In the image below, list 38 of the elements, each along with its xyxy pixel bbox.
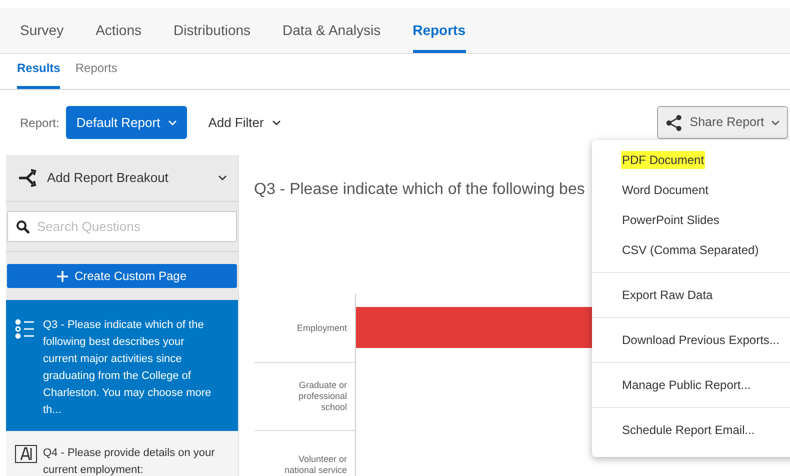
menu-item[interactable]: Manage Public Report... xyxy=(621,376,752,394)
report-label: Report: xyxy=(20,114,60,132)
report-dropdown[interactable]: Default Report xyxy=(66,106,188,139)
share-icon xyxy=(665,114,683,132)
category-label: Graduate or professional school xyxy=(297,380,347,413)
add-filter-button[interactable]: Add Filter xyxy=(198,106,291,139)
list-icon xyxy=(15,319,37,339)
search-icon xyxy=(16,220,30,234)
chevron-icon xyxy=(272,120,281,126)
chevron-icon xyxy=(771,120,780,126)
menu-item[interactable]: CSV (Comma Separated) xyxy=(621,241,760,259)
search-field[interactable]: Search Questions xyxy=(7,211,237,242)
nav-tab[interactable]: Distributions xyxy=(174,20,251,53)
menu-item[interactable]: PowerPoint Slides xyxy=(621,211,720,229)
category-label: Employment xyxy=(296,322,347,334)
text-entry-icon xyxy=(15,445,37,463)
menu-item[interactable]: PDF Document xyxy=(621,151,706,169)
share-report-button[interactable]: Share Report xyxy=(657,106,788,139)
branch-icon xyxy=(17,169,39,187)
nav-tab[interactable]: Actions xyxy=(96,20,142,53)
nav-tab[interactable]: Survey xyxy=(20,20,64,53)
plus-icon xyxy=(57,270,68,282)
category-label: Volunteer or national service xyxy=(283,454,347,476)
breakout-dropdown[interactable]: Add Report Breakout xyxy=(6,155,238,202)
nav-tab[interactable]: Reports xyxy=(412,20,466,53)
menu-item[interactable]: Download Previous Exports... xyxy=(621,331,780,349)
sub-tab[interactable]: Results xyxy=(17,59,60,89)
question-item[interactable]: Q4 - Please provide details on your current employment: xyxy=(6,431,238,476)
chevron-icon xyxy=(168,120,178,126)
menu-item[interactable]: Word Document xyxy=(621,181,710,199)
nav-tab[interactable]: Data & Analysis xyxy=(282,20,381,53)
create-custom-page-button[interactable]: Create Custom Page xyxy=(7,264,237,288)
question-item[interactable]: Q3 - Please indicate which of the following best describes your current major activities since graduating from the College of Charleston. You may choose more th... xyxy=(6,300,238,431)
sub-tab[interactable]: Reports xyxy=(75,59,118,89)
chevron-icon xyxy=(218,175,227,181)
chart-title: Q3 - Please indicate which of the following bes xyxy=(254,180,585,200)
menu-item[interactable]: Schedule Report Email... xyxy=(621,421,756,439)
menu-item[interactable]: Export Raw Data xyxy=(621,286,714,304)
